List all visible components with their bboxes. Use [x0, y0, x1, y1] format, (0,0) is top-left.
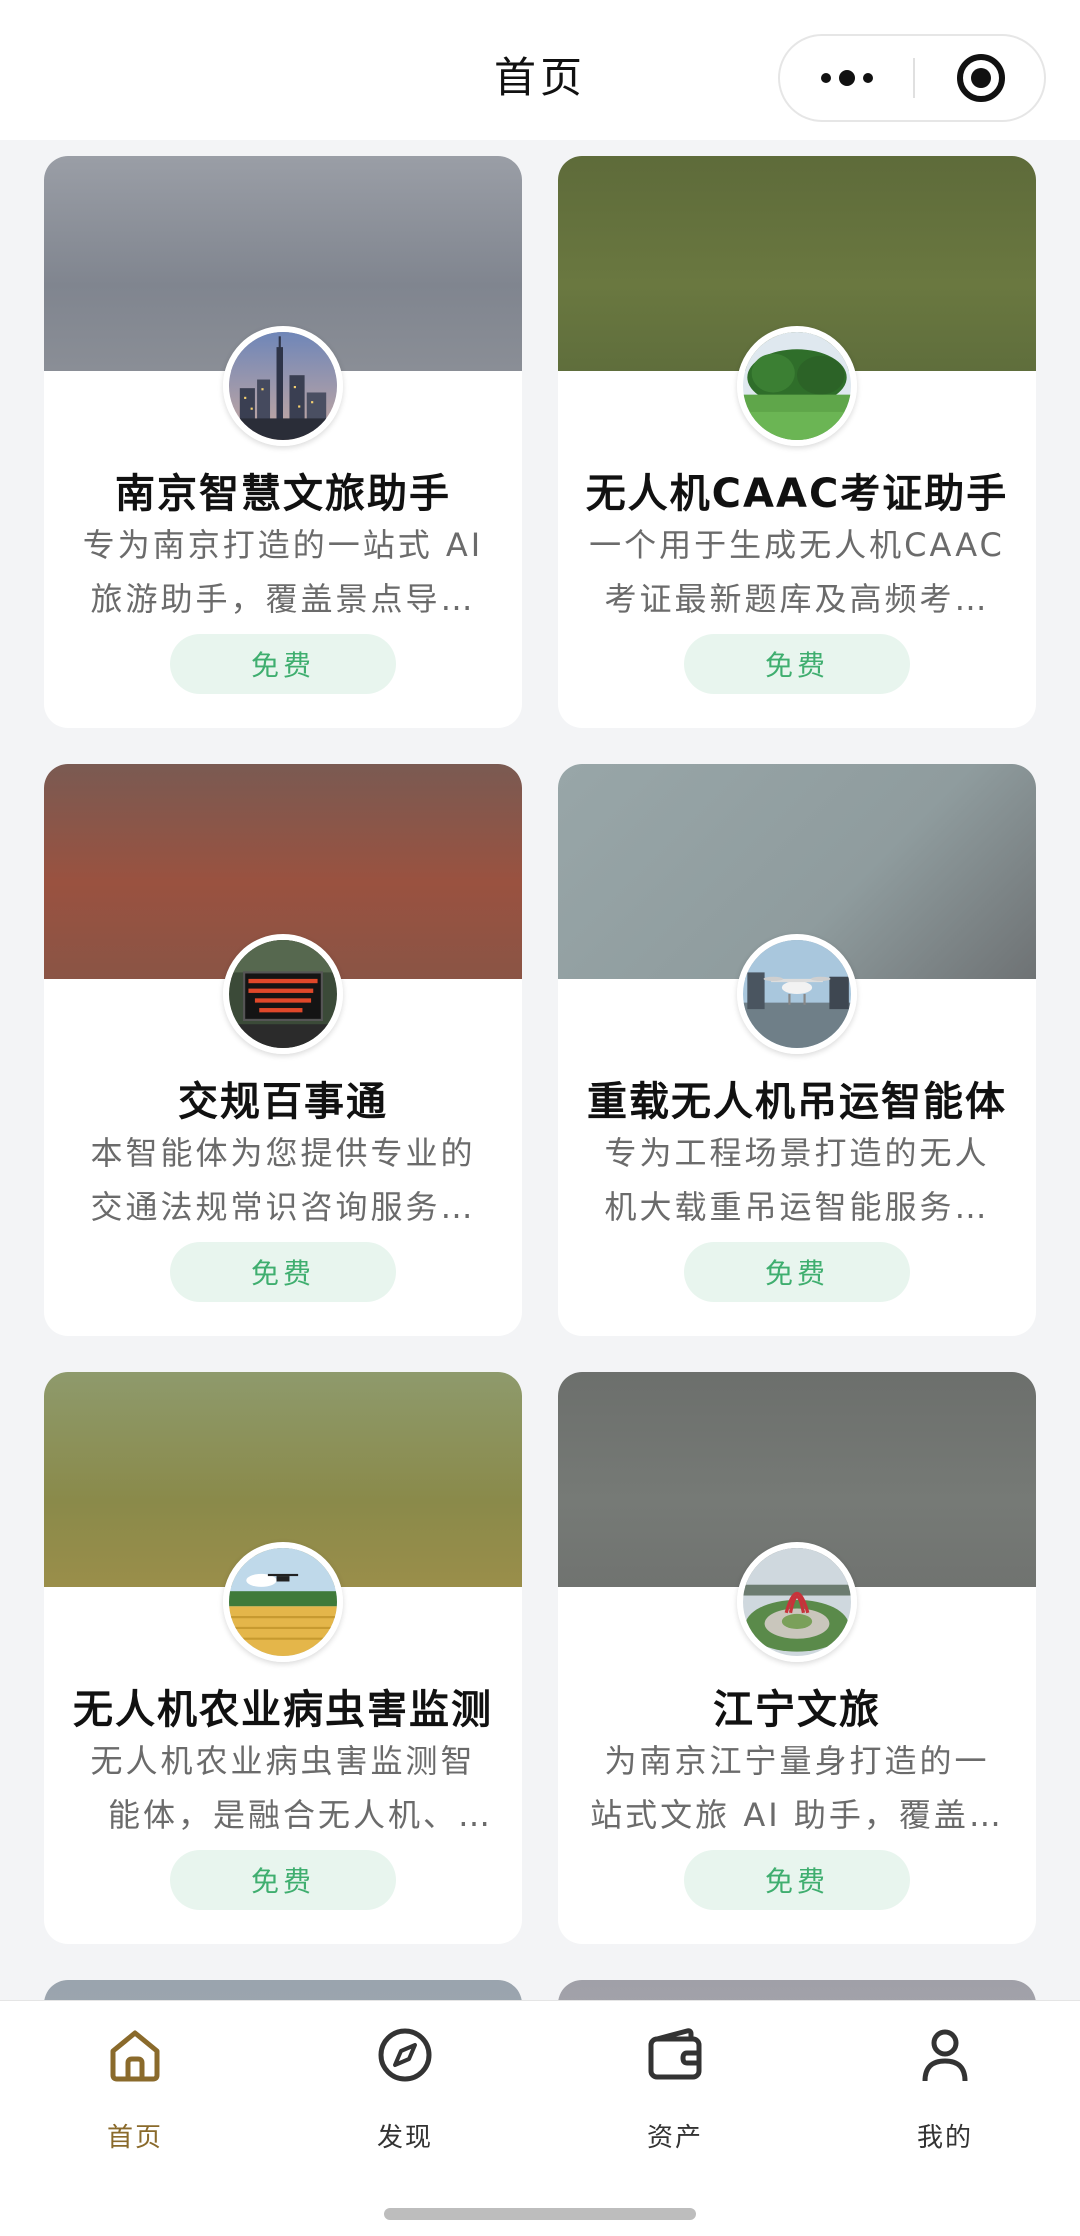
agent-card[interactable]: 南京智慧文旅助手 专为南京打造的一站式 AI 旅游助手，覆盖景点导… 免费 [44, 156, 522, 728]
price-badge: 免费 [170, 1850, 396, 1910]
card-title: 交规百事通 [178, 1079, 388, 1125]
tab-label: 首页 [106, 2123, 163, 2153]
agent-card[interactable]: 无人机CAAC考证助手 一个用于生成无人机CAAC考证最新题库及高频考… 免费 [558, 156, 1036, 728]
garden-avatar [737, 1542, 857, 1662]
card-description: 专为工程场景打造的无人机大载重吊运智能服务… [604, 1134, 990, 1226]
card-description: 本智能体为您提供专业的交通法规常识咨询服务… [90, 1134, 476, 1226]
card-title: 重载无人机吊运智能体 [587, 1079, 1007, 1125]
tab-bar: 首页 发现 资产 我的 [0, 2000, 1080, 2236]
agent-card[interactable]: 交规百事通 本智能体为您提供专业的交通法规常识咨询服务… 免费 [44, 764, 522, 1336]
tab-label: 发现 [376, 2123, 433, 2153]
more-button[interactable] [780, 36, 913, 120]
tab-label: 我的 [916, 2123, 973, 2153]
agent-card[interactable] [558, 1980, 1036, 2000]
target-close-icon [956, 54, 1005, 102]
home-indicator[interactable] [384, 2208, 696, 2220]
card-title: 无人机农业病虫害监测 [73, 1687, 493, 1733]
agent-grid: 南京智慧文旅助手 专为南京打造的一站式 AI 旅游助手，覆盖景点导… 免费 无人… [0, 140, 1080, 2000]
card-banner [558, 1980, 1036, 2000]
agent-card[interactable]: 重载无人机吊运智能体 专为工程场景打造的无人机大载重吊运智能服务… 免费 [558, 764, 1036, 1336]
tab-assets[interactable]: 资产 [540, 2023, 810, 2173]
close-button[interactable] [915, 36, 1046, 120]
card-description: 无人机农业病虫害监测智能体，是融合无人机、多… [90, 1742, 476, 1834]
compass-icon [378, 2028, 432, 2082]
price-badge: 免费 [170, 1242, 396, 1302]
card-description: 专为南京打造的一站式 AI 旅游助手，覆盖景点导… [82, 526, 484, 618]
led-sign-avatar [223, 934, 343, 1054]
price-badge: 免费 [684, 634, 910, 694]
more-dots-icon [820, 70, 873, 86]
tab-label: 资产 [646, 2123, 703, 2153]
nav-bar: 首页 [0, 0, 1080, 140]
drone-avatar [737, 934, 857, 1054]
card-title: 无人机CAAC考证助手 [585, 471, 1009, 517]
agent-card[interactable]: 江宁文旅 为南京江宁量身打造的一站式文旅 AI 助手，覆盖… 免费 [558, 1372, 1036, 1944]
farm-avatar [223, 1542, 343, 1662]
user-icon [922, 2029, 968, 2082]
price-badge: 免费 [170, 634, 396, 694]
price-badge: 免费 [684, 1242, 910, 1302]
city-skyline-avatar [223, 326, 343, 446]
mini-program-capsule [778, 34, 1046, 122]
card-description: 一个用于生成无人机CAAC考证最新题库及高频考… [589, 526, 1005, 618]
home-icon [110, 2030, 160, 2082]
card-description: 为南京江宁量身打造的一站式文旅 AI 助手，覆盖… [590, 1742, 1004, 1834]
agent-card[interactable]: 无人机农业病虫害监测 无人机农业病虫害监测智能体，是融合无人机、多… 免费 [44, 1372, 522, 1944]
card-banner [44, 1980, 522, 2000]
tab-me[interactable]: 我的 [810, 2023, 1080, 2173]
wallet-icon [648, 2028, 702, 2080]
tab-home[interactable]: 首页 [0, 2023, 270, 2173]
card-title: 南京智慧文旅助手 [115, 471, 451, 517]
card-title: 江宁文旅 [713, 1687, 881, 1733]
tab-discover[interactable]: 发现 [270, 2023, 540, 2173]
green-field-avatar [737, 326, 857, 446]
agent-card[interactable] [44, 1980, 522, 2000]
price-badge: 免费 [684, 1850, 910, 1910]
